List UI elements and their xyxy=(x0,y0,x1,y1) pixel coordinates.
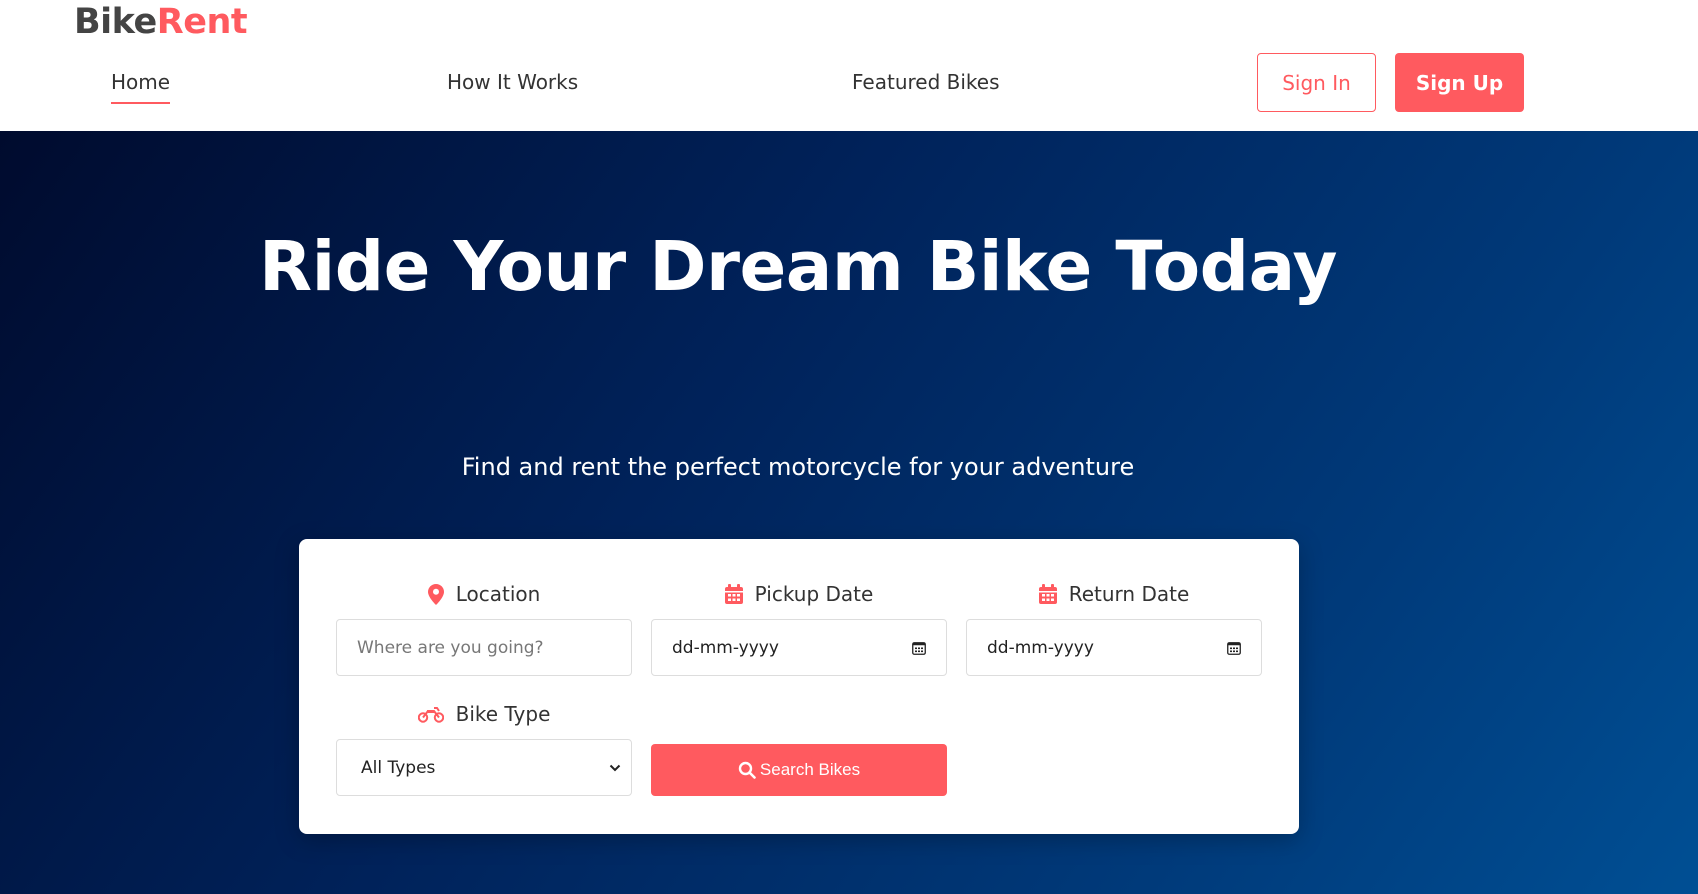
return-date-value: dd-mm-yyyy xyxy=(987,637,1094,658)
pickup-date-label-text: Pickup Date xyxy=(754,582,874,606)
map-pin-icon xyxy=(427,583,444,605)
motorcycle-icon xyxy=(417,707,444,723)
site-header: BikeRent Home How It Works Featured Bike… xyxy=(0,0,1698,131)
nav-featured-bikes[interactable]: Featured Bikes xyxy=(852,70,1000,94)
sign-up-button[interactable]: Sign Up xyxy=(1395,53,1524,112)
nav-home[interactable]: Home xyxy=(111,70,171,104)
brand-logo[interactable]: BikeRent xyxy=(74,2,248,42)
search-bikes-label: Search Bikes xyxy=(759,760,861,779)
logo-text-bike: Bike xyxy=(74,2,157,42)
nav-how-it-works[interactable]: How It Works xyxy=(447,70,578,94)
bike-type-select[interactable]: All Types xyxy=(336,739,632,796)
search-card: Location Where are you going? Pickup Dat… xyxy=(299,539,1299,834)
pickup-date-label: Pickup Date xyxy=(651,579,947,609)
bike-type-label: Bike Type xyxy=(336,699,632,729)
return-date-label: Return Date xyxy=(966,579,1262,609)
bike-type-label-text: Bike Type xyxy=(455,702,551,726)
search-icon xyxy=(738,761,756,779)
pickup-date-value: dd-mm-yyyy xyxy=(672,637,779,658)
location-label: Location xyxy=(336,579,632,609)
calendar-picker-icon[interactable] xyxy=(1227,641,1241,655)
pickup-date-input[interactable]: dd-mm-yyyy xyxy=(651,619,947,676)
bike-type-selected: All Types xyxy=(361,757,436,778)
return-date-input[interactable]: dd-mm-yyyy xyxy=(966,619,1262,676)
sign-in-button[interactable]: Sign In xyxy=(1257,53,1376,112)
search-bikes-button[interactable]: Search Bikes xyxy=(651,744,947,796)
hero-subtitle: Find and rent the perfect motorcycle for… xyxy=(461,453,1135,481)
location-label-text: Location xyxy=(455,582,541,606)
hero-title: Ride Your Dream Bike Today xyxy=(259,227,1338,307)
location-input[interactable]: Where are you going? xyxy=(336,619,632,676)
logo-text-rent: Rent xyxy=(156,2,248,42)
chevron-down-icon xyxy=(609,764,621,771)
return-date-label-text: Return Date xyxy=(1068,582,1190,606)
calendar-icon xyxy=(724,584,743,604)
calendar-icon xyxy=(1038,584,1057,604)
hero-section: Ride Your Dream Bike Today Find and rent… xyxy=(0,131,1698,894)
calendar-picker-icon[interactable] xyxy=(912,641,926,655)
